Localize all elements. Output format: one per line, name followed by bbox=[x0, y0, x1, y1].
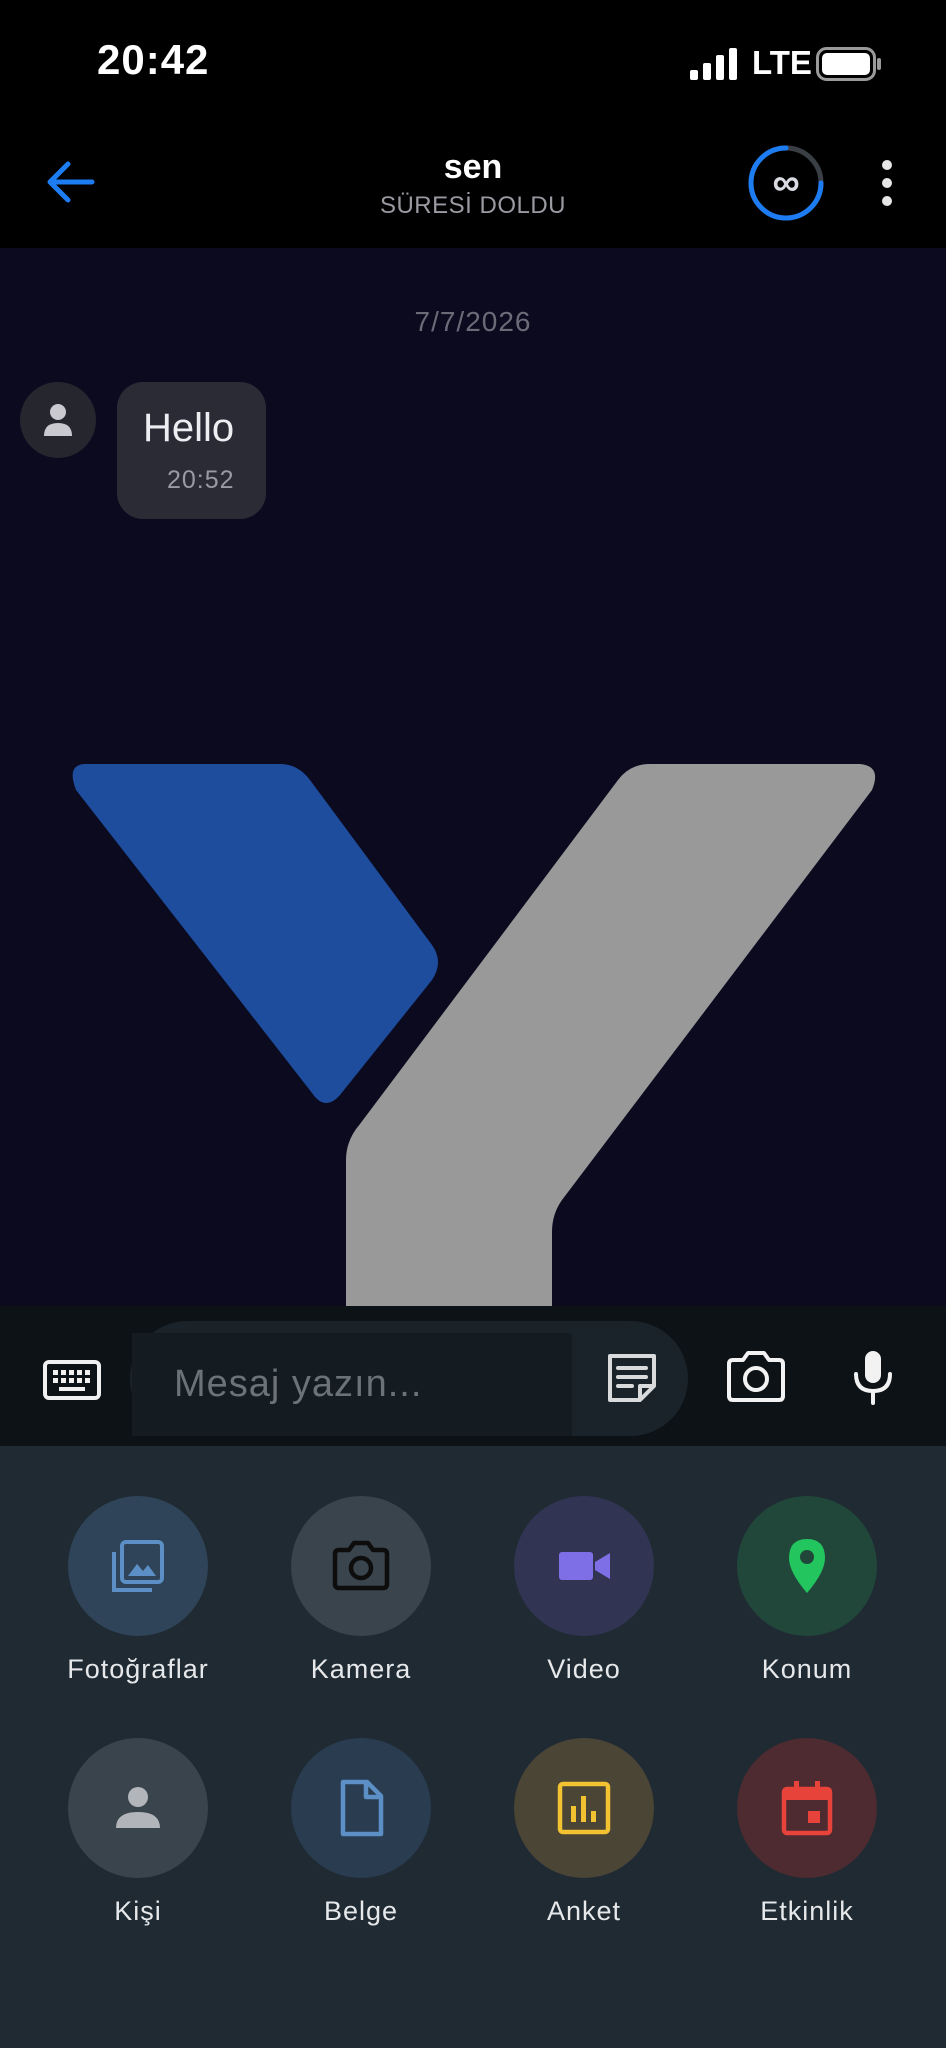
attach-poll-button[interactable]: Anket bbox=[474, 1738, 694, 1948]
event-icon-circle bbox=[737, 1738, 877, 1878]
poll-icon-circle bbox=[514, 1738, 654, 1878]
date-separator: 7/7/2026 bbox=[414, 306, 532, 337]
attach-label: Video bbox=[547, 1654, 621, 1684]
video-icon-circle bbox=[514, 1496, 654, 1636]
timer-value: ∞ bbox=[772, 162, 800, 204]
attach-event-button[interactable]: Etkinlik bbox=[697, 1738, 917, 1948]
document-icon-circle bbox=[291, 1738, 431, 1878]
attach-label: Kamera bbox=[310, 1654, 412, 1684]
app-logo-watermark bbox=[72, 764, 876, 1306]
attach-document-button[interactable]: Belge bbox=[251, 1738, 471, 1948]
status-time: 20:42 bbox=[97, 36, 210, 83]
note-template-icon[interactable] bbox=[604, 1350, 660, 1406]
camera-icon[interactable] bbox=[725, 1348, 787, 1406]
attach-contact-button[interactable]: Kişi bbox=[28, 1738, 248, 1948]
poll-icon bbox=[557, 1781, 611, 1835]
attach-label: Anket bbox=[546, 1896, 622, 1926]
microphone-icon[interactable] bbox=[850, 1348, 896, 1406]
location-icon-circle bbox=[737, 1496, 877, 1636]
message-time: 20:52 bbox=[167, 466, 235, 494]
network-label: LTE bbox=[752, 44, 812, 81]
person-icon bbox=[44, 404, 72, 436]
video-icon bbox=[559, 1552, 610, 1580]
avatar[interactable] bbox=[20, 382, 96, 458]
attach-photos-button[interactable]: Fotoğraflar bbox=[28, 1496, 248, 1706]
attach-camera-button[interactable]: Kamera bbox=[251, 1496, 471, 1706]
signal-icon bbox=[690, 48, 737, 80]
attach-label: Belge bbox=[323, 1896, 399, 1926]
attach-label: Etkinlik bbox=[760, 1896, 854, 1926]
contact-icon-circle bbox=[68, 1738, 208, 1878]
calendar-icon bbox=[781, 1781, 833, 1836]
attach-label: Kişi bbox=[114, 1896, 162, 1926]
camera-icon-circle bbox=[291, 1496, 431, 1636]
more-options-icon[interactable] bbox=[870, 158, 904, 208]
person-icon bbox=[116, 1787, 160, 1828]
attach-location-button[interactable]: Konum bbox=[697, 1496, 917, 1706]
attach-label: Konum bbox=[761, 1654, 853, 1684]
message-text: Hello bbox=[143, 406, 235, 450]
attach-label: Fotoğraflar bbox=[67, 1654, 209, 1684]
photos-icon-circle bbox=[68, 1496, 208, 1636]
message-input[interactable] bbox=[132, 1333, 572, 1436]
attach-video-button[interactable]: Video bbox=[474, 1496, 694, 1706]
document-icon bbox=[340, 1779, 384, 1837]
photos-icon bbox=[112, 1540, 164, 1592]
location-pin-icon bbox=[789, 1539, 825, 1593]
battery-icon bbox=[816, 47, 881, 81]
camera-icon bbox=[332, 1540, 390, 1591]
keyboard-icon[interactable] bbox=[42, 1350, 102, 1410]
